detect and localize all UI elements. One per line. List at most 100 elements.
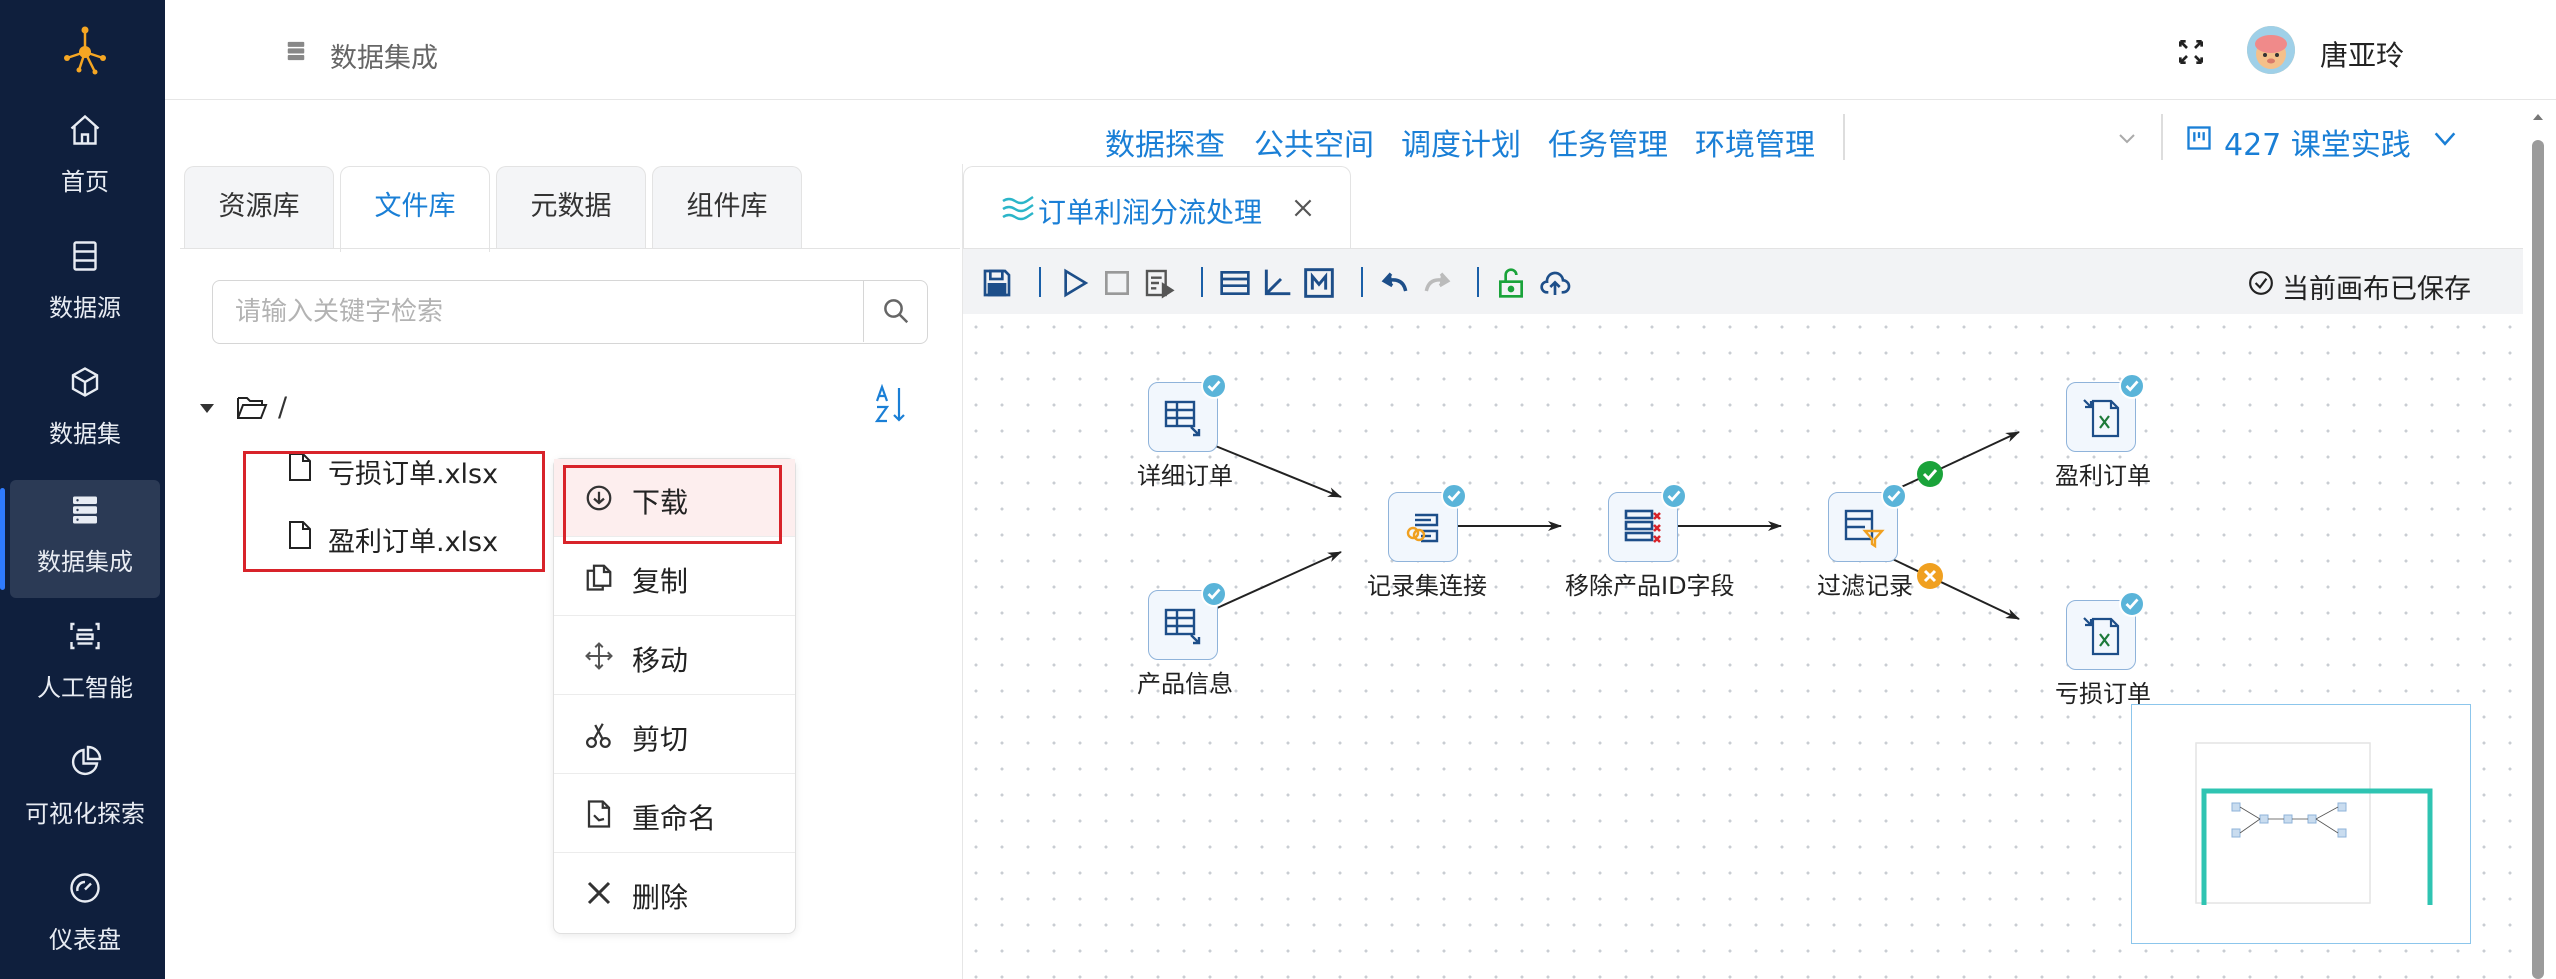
nav-divider — [1843, 114, 1845, 160]
node-filter-records[interactable] — [1828, 483, 1907, 562]
flow-canvas[interactable]: 详细订单 产品信息 记录集连接 移除产品ID字段 过滤记录 盈利订单 亏损订单 — [963, 314, 2519, 979]
node-label: 移除产品ID字段 — [1565, 572, 1735, 600]
scroll-up-icon[interactable] — [2531, 110, 2545, 124]
avatar[interactable] — [2247, 26, 2295, 74]
sidebar-item-label: 可视化探索 — [25, 800, 145, 828]
node-label: 产品信息 — [1137, 670, 1233, 698]
table-input-icon — [1164, 608, 1201, 645]
nav-divider — [2161, 114, 2163, 160]
ai-icon — [70, 622, 100, 650]
cloud-upload-icon[interactable] — [1539, 267, 1571, 299]
server-icon — [73, 496, 97, 524]
axis-chart-icon[interactable] — [1261, 267, 1293, 299]
node-loss-order[interactable] — [2066, 591, 2145, 670]
sidebar-item-label: 数据集 — [49, 420, 121, 448]
menu-item-delete[interactable]: 删除 — [554, 854, 795, 932]
nav-link-public-space[interactable]: 公共空间 — [1254, 120, 1374, 164]
run-icon[interactable] — [1059, 267, 1091, 299]
copy-icon — [586, 564, 612, 591]
menu-item-label: 删除 — [632, 881, 689, 914]
false-branch-x-icon[interactable] — [1916, 562, 1944, 590]
menu-item-copy[interactable]: 复制 — [554, 538, 795, 616]
sidebar-item-label: 首页 — [61, 168, 109, 196]
metadata-icon[interactable] — [1303, 267, 1335, 299]
node-remove-field[interactable] — [1608, 483, 1687, 562]
tab-order-profit-flow[interactable]: 订单利润分流处理 — [963, 166, 1351, 250]
page-scrollbar[interactable] — [2528, 110, 2546, 979]
folder-open-icon — [237, 397, 268, 419]
status-check-icon — [1881, 483, 1907, 509]
search-input[interactable] — [213, 281, 859, 342]
node-product-info[interactable] — [1148, 581, 1227, 660]
tree-expand-caret-icon[interactable] — [200, 404, 214, 413]
menu-item-label: 移动 — [632, 644, 689, 677]
search-box — [212, 280, 928, 344]
unlock-icon[interactable] — [1495, 267, 1527, 299]
sidebar-item-home[interactable]: 首页 — [10, 100, 160, 218]
sidebar-item-label: 仪表盘 — [49, 926, 121, 954]
menu-item-move[interactable]: 移动 — [554, 617, 795, 695]
flow-waves-icon — [1002, 196, 1034, 221]
tab-metadata[interactable]: 元数据 — [496, 166, 646, 248]
sidebar-item-datasource[interactable]: 数据源 — [10, 226, 160, 344]
chevron-down-icon[interactable] — [2115, 126, 2139, 150]
menu-item-rename[interactable]: 重命名 — [554, 775, 795, 853]
node-profit-order[interactable] — [2066, 373, 2145, 452]
stop-icon[interactable] — [1101, 267, 1133, 299]
sidebar-item-data-integration[interactable]: 数据集成 — [0, 480, 160, 598]
save-status-text: 当前画布已保存 — [2282, 274, 2471, 305]
tab-title: 订单利润分流处理 — [1038, 196, 1263, 229]
menu-item-label: 重命名 — [632, 802, 717, 835]
check-circle-icon — [2249, 271, 2273, 295]
undo-icon[interactable] — [1379, 267, 1411, 299]
menu-selection-highlight — [563, 465, 782, 544]
nav-link-data-explore[interactable]: 数据探查 — [1105, 120, 1225, 164]
sort-az-icon[interactable] — [874, 384, 908, 424]
record-join-icon — [1406, 513, 1439, 543]
server-icon — [287, 41, 305, 61]
scrollbar-thumb[interactable] — [2532, 140, 2544, 979]
nav-link-task-manage[interactable]: 任务管理 — [1548, 120, 1668, 164]
chevron-down-icon[interactable] — [2431, 124, 2459, 152]
sidebar-item-label: 数据源 — [49, 294, 121, 322]
nav-link-env-manage[interactable]: 环境管理 — [1695, 120, 1815, 164]
header: 数据集成 唐亚玲 — [165, 0, 2556, 100]
sidebar-item-label: 数据集成 — [37, 548, 133, 576]
nav-link-schedule[interactable]: 调度计划 — [1401, 120, 1521, 164]
menu-item-label: 剪切 — [632, 723, 689, 756]
close-icon[interactable] — [1290, 195, 1316, 221]
sidebar-item-dataset[interactable]: 数据集 — [10, 352, 160, 470]
avatar-face-icon — [2247, 26, 2295, 74]
redo-icon[interactable] — [1421, 267, 1453, 299]
sidebar-item-dashboard[interactable]: 仪表盘 — [10, 858, 160, 976]
sidebar-item-ai[interactable]: 人工智能 — [10, 606, 160, 724]
sidebar-item-visual-explore[interactable]: 可视化探索 — [10, 732, 160, 850]
fullscreen-icon[interactable] — [2175, 36, 2207, 68]
file-selection-highlight — [243, 451, 545, 572]
cube-icon — [71, 367, 99, 397]
tab-resource[interactable]: 资源库 — [184, 166, 334, 248]
menu-item-label: 复制 — [632, 565, 689, 598]
node-record-join[interactable] — [1388, 483, 1467, 562]
app-logo-icon[interactable] — [55, 22, 115, 82]
toolbar-divider — [1039, 267, 1041, 297]
user-name[interactable]: 唐亚玲 — [2320, 34, 2404, 74]
true-branch-check-icon[interactable] — [1916, 460, 1944, 488]
minimap[interactable] — [2131, 704, 2471, 944]
tree-root-folder[interactable]: / — [278, 392, 287, 423]
save-icon[interactable] — [981, 267, 1013, 299]
minimap-preview — [2195, 742, 2433, 905]
status-check-icon — [1661, 483, 1687, 509]
tab-components[interactable]: 组件库 — [652, 166, 802, 248]
table-view-icon[interactable] — [1219, 267, 1251, 299]
excel-output-icon — [2083, 617, 2120, 656]
search-button[interactable] — [863, 281, 927, 342]
toolbar-divider — [1361, 267, 1363, 297]
node-detail-order[interactable] — [1148, 373, 1227, 452]
project-selector[interactable]: 427 课堂实践 — [2224, 120, 2411, 164]
excel-output-icon — [2083, 399, 2120, 438]
tab-file-library[interactable]: 文件库 — [340, 166, 490, 252]
node-label: 盈利订单 — [2055, 462, 2151, 490]
preview-run-icon[interactable] — [1143, 267, 1175, 299]
menu-item-cut[interactable]: 剪切 — [554, 696, 795, 774]
